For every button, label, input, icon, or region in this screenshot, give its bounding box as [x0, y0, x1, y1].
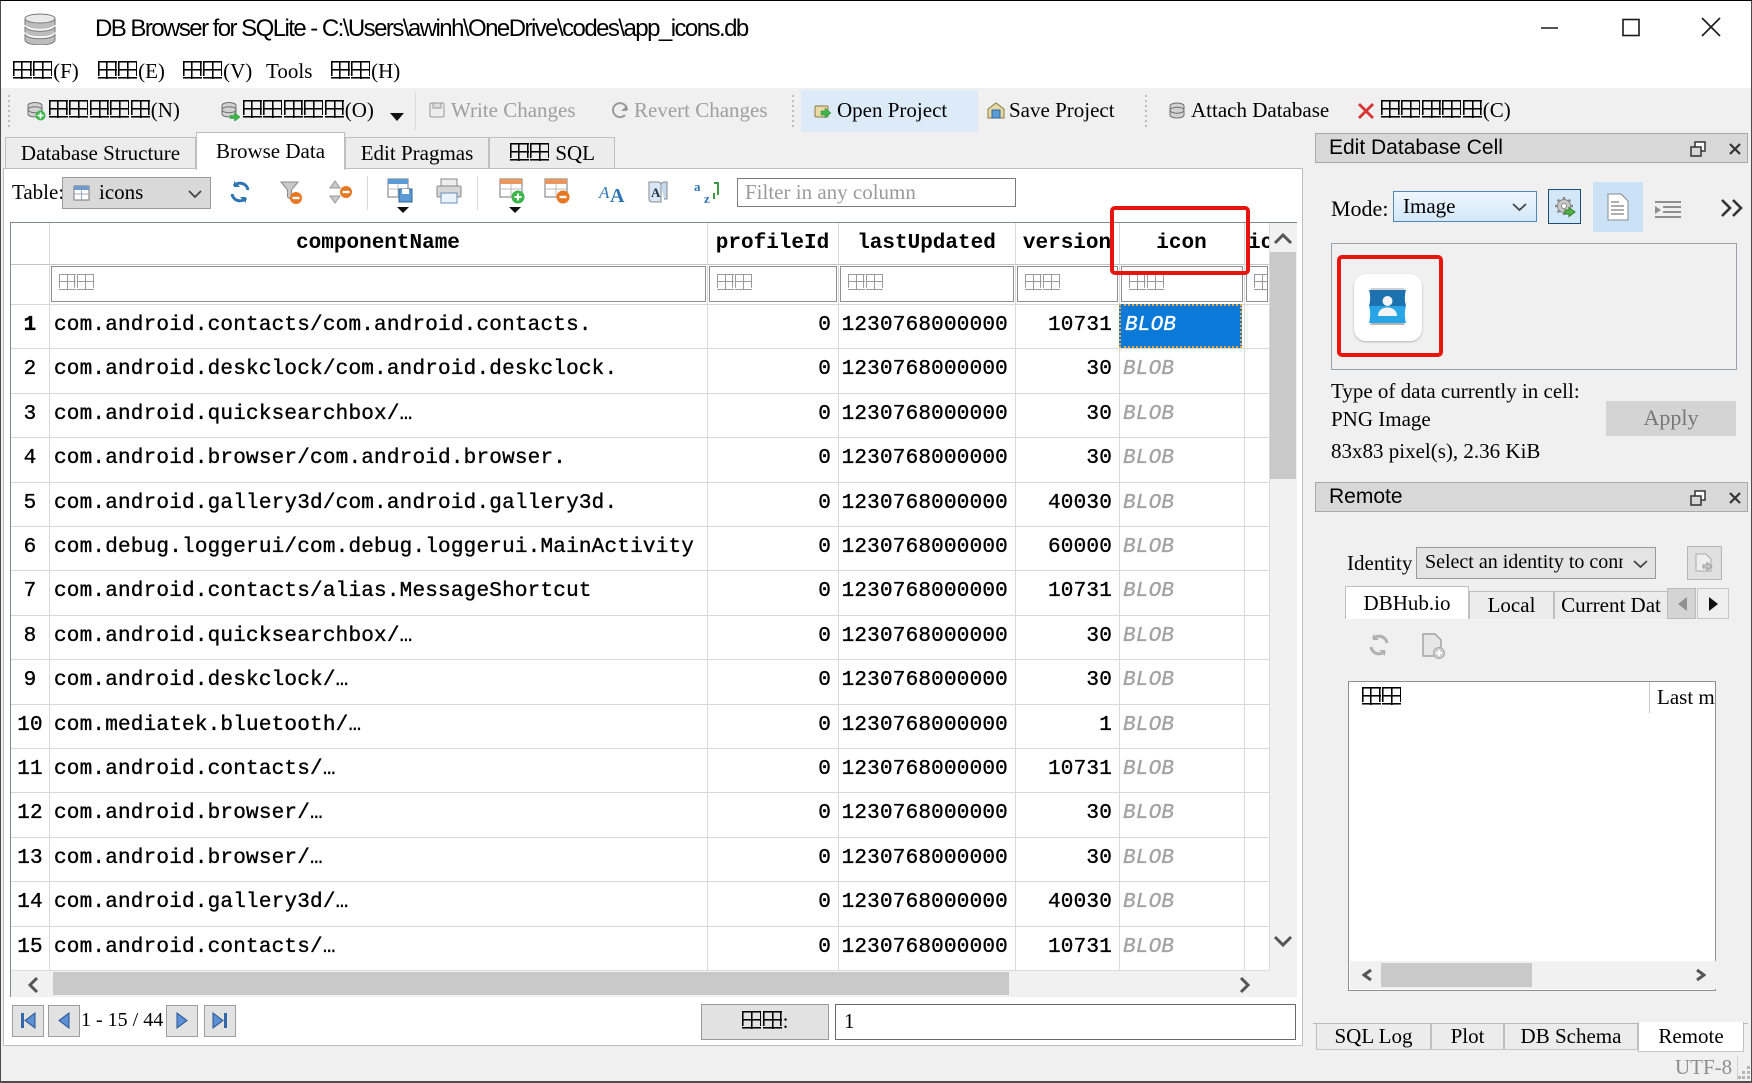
svg-text:A: A [610, 185, 625, 206]
svg-text:A: A [598, 183, 610, 202]
svg-text:z: z [704, 191, 710, 205]
svg-text:A: A [651, 185, 661, 200]
svg-text:a: a [694, 179, 701, 194]
